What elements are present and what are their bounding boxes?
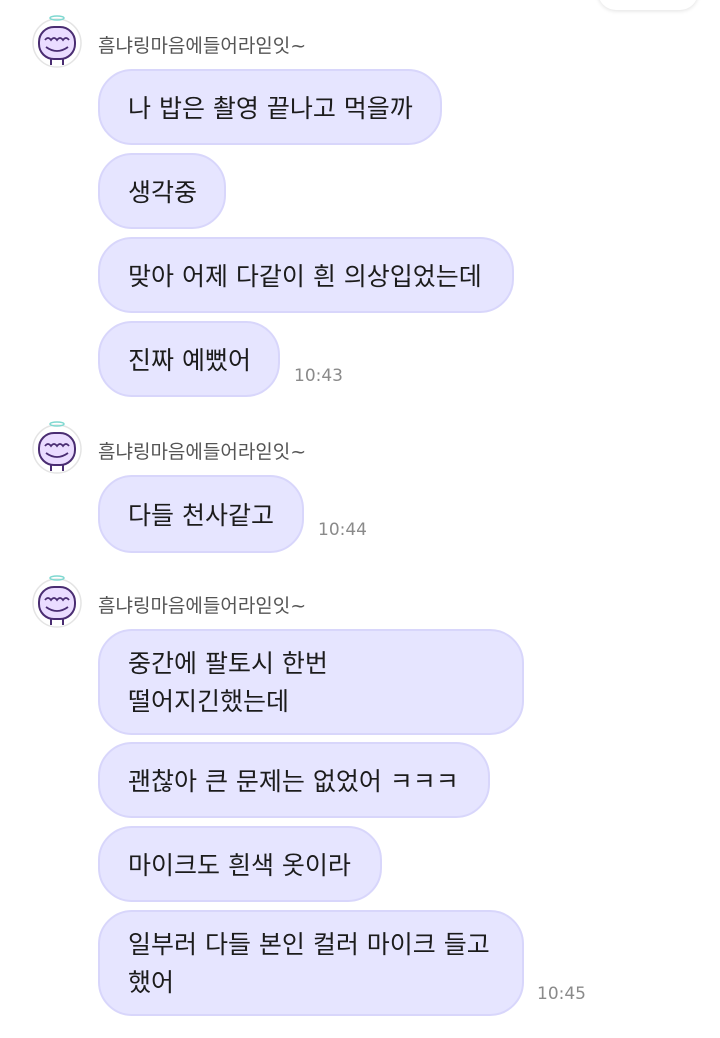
- message-bubble[interactable]: 중간에 팔토시 한번 떨어지긴했는데: [98, 629, 524, 735]
- message-time: 10:45: [537, 984, 586, 1004]
- profile-avatar-icon[interactable]: [30, 15, 84, 69]
- profile-avatar-icon[interactable]: [30, 421, 84, 475]
- sender-name: 흠냐링마음에들어라읻잇~: [98, 35, 307, 57]
- message-bubble[interactable]: 진짜 예뻤어: [98, 321, 280, 397]
- message-bubble[interactable]: 마이크도 흰색 옷이라: [98, 826, 382, 902]
- message-bubble[interactable]: 일부러 다들 본인 컬러 마이크 들고 했어: [98, 910, 524, 1016]
- sender-name: 흠냐링마음에들어라읻잇~: [98, 595, 307, 617]
- message-time: 10:43: [294, 366, 343, 386]
- message-time: 10:44: [318, 520, 367, 540]
- sender-name: 흠냐링마음에들어라읻잇~: [98, 441, 307, 463]
- message-bubble[interactable]: 맞아 어제 다같이 흰 의상입었는데: [98, 237, 514, 313]
- profile-avatar-icon[interactable]: [30, 575, 84, 629]
- message-bubble[interactable]: 다들 천사같고: [98, 475, 304, 553]
- message-bubble[interactable]: 괜찮아 큰 문제는 없었어 ㅋㅋㅋ: [98, 742, 490, 818]
- message-bubble[interactable]: 생각중: [98, 153, 226, 229]
- previous-message-bubble: [598, 0, 698, 10]
- message-bubble[interactable]: 나 밥은 촬영 끝나고 먹을까: [98, 69, 442, 145]
